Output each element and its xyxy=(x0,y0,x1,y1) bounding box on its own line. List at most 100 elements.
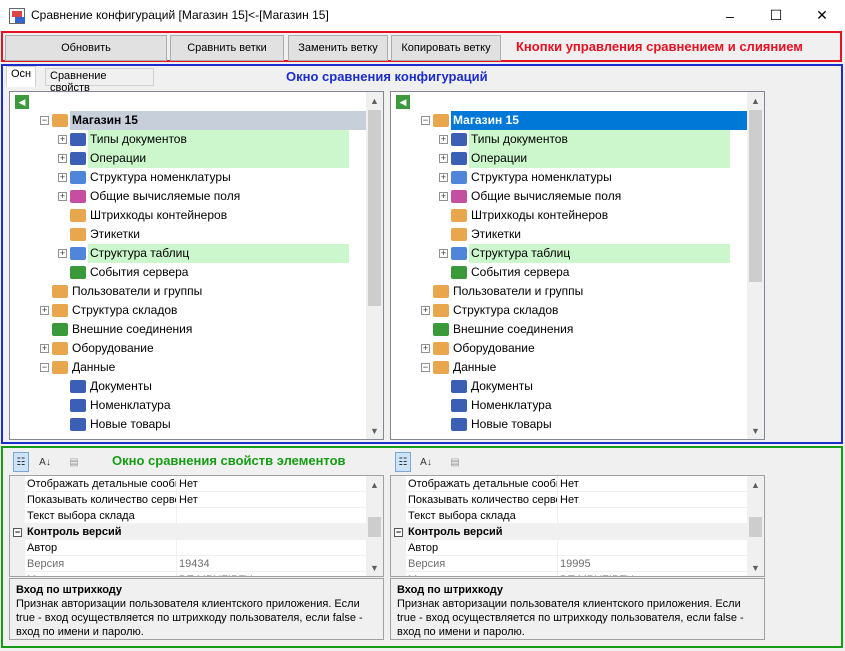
property-row[interactable]: Текст выбора склада xyxy=(391,508,748,524)
left-grid-scrollbar[interactable]: ▲ ▼ xyxy=(366,476,383,576)
compare-branches-button[interactable]: Сравнить ветки xyxy=(170,35,284,61)
left-property-grid[interactable]: Отображать детальные сообщенияНетПоказыв… xyxy=(9,475,384,577)
tree-node-label[interactable]: Штрихкоды контейнеров xyxy=(88,206,231,225)
property-value[interactable]: 19434 xyxy=(179,556,210,572)
tree-node[interactable]: + Структура номенклатуры xyxy=(391,168,747,187)
tree-node[interactable]: + Типы документов xyxy=(391,130,747,149)
expand-icon[interactable]: + xyxy=(58,192,67,201)
tree-node[interactable]: Документы xyxy=(10,377,366,396)
tree-node[interactable]: Этикетки xyxy=(391,225,747,244)
tree-node-label[interactable]: События сервера xyxy=(469,263,573,282)
tree-node[interactable]: − Магазин 15 xyxy=(10,111,366,130)
property-row[interactable]: Автор xyxy=(10,540,367,556)
sort-alphabetical-icon[interactable]: A↓ xyxy=(37,452,53,472)
collapse-icon[interactable]: − xyxy=(13,528,22,537)
property-pages-icon[interactable]: ▤ xyxy=(66,452,82,472)
scroll-thumb[interactable] xyxy=(368,517,381,537)
categorized-view-icon[interactable]: ☷ xyxy=(13,452,29,472)
property-row[interactable]: Отображать детальные сообщенияНет xyxy=(391,476,748,492)
tree-node-label[interactable]: Структура таблиц xyxy=(88,244,349,263)
property-row[interactable]: МDT-MBUZIPFV xyxy=(10,572,367,576)
collapse-icon[interactable]: − xyxy=(40,116,49,125)
tree-node-label[interactable]: Номенклатура xyxy=(88,396,175,415)
property-row[interactable]: Показывать количество серверныхНет xyxy=(391,492,748,508)
tree-node[interactable]: События сервера xyxy=(10,263,366,282)
tree-node-label[interactable]: Магазин 15 xyxy=(451,111,747,130)
tree-node[interactable]: События сервера xyxy=(391,263,747,282)
tree-node-label[interactable]: Документы xyxy=(88,377,156,396)
tree-node-label[interactable]: Структура номенклатуры xyxy=(88,168,235,187)
tree-node[interactable]: Номенклатура xyxy=(391,396,747,415)
expand-icon[interactable]: + xyxy=(58,173,67,182)
tree-node-label[interactable]: Пользователи и группы xyxy=(70,282,206,301)
property-row[interactable]: Показывать количество серверныхНет xyxy=(10,492,367,508)
tree-node-label[interactable]: Оборудование xyxy=(451,339,539,358)
tree-node[interactable]: Штрихкоды контейнеров xyxy=(391,206,747,225)
tree-node[interactable]: Внешние соединения xyxy=(10,320,366,339)
tree-node-label[interactable]: Типы документов xyxy=(469,130,730,149)
tree-node-label[interactable]: Данные xyxy=(70,358,119,377)
left-config-tree[interactable]: ◀ − Магазин 15 + Типы документов + Операции + С… xyxy=(9,91,384,440)
scroll-thumb[interactable] xyxy=(749,517,762,537)
tree-node-label[interactable]: Структура складов xyxy=(70,301,181,320)
tab-property-compare[interactable]: Сравнение свойств xyxy=(45,68,154,94)
property-pages-icon[interactable]: ▤ xyxy=(447,452,463,472)
tree-node-label[interactable]: Типы документов xyxy=(88,130,349,149)
property-value[interactable]: Нет xyxy=(560,476,579,492)
tree-node-label[interactable]: Штрихкоды контейнеров xyxy=(469,206,612,225)
tree-node-label[interactable]: Внешние соединения xyxy=(451,320,577,339)
tree-node-label[interactable]: Общие вычисляемые поля xyxy=(469,187,625,206)
property-row[interactable]: Отображать детальные сообщенияНет xyxy=(10,476,367,492)
close-button[interactable]: ✕ xyxy=(799,0,845,31)
collapse-icon[interactable]: − xyxy=(40,363,49,372)
property-category[interactable]: − Контроль версий xyxy=(10,524,367,540)
property-value[interactable]: 19995 xyxy=(560,556,591,572)
property-value[interactable]: Нет xyxy=(179,476,198,492)
tree-node-label[interactable]: Структура таблиц xyxy=(469,244,730,263)
tree-node-label[interactable]: Магазин 15 xyxy=(70,111,366,130)
tree-node-label[interactable]: Оборудование xyxy=(70,339,158,358)
tree-node[interactable]: Новые товары xyxy=(391,415,747,434)
scroll-up-icon[interactable]: ▲ xyxy=(366,476,383,493)
scroll-up-icon[interactable]: ▲ xyxy=(747,92,764,109)
tree-node-label[interactable]: Этикетки xyxy=(88,225,144,244)
tree-node[interactable]: Внешние соединения xyxy=(391,320,747,339)
tree-node[interactable]: Этикетки xyxy=(10,225,366,244)
copy-branch-button[interactable]: Копировать ветку xyxy=(391,35,501,61)
tree-node[interactable]: Штрихкоды контейнеров xyxy=(10,206,366,225)
tree-node-label[interactable]: Структура складов xyxy=(451,301,562,320)
tree-node[interactable]: + Структура таблиц xyxy=(391,244,747,263)
tree-node-label[interactable]: Пользователи и группы xyxy=(451,282,587,301)
property-value[interactable]: DT-MBUZIPFV xyxy=(560,572,633,576)
collapse-icon[interactable]: − xyxy=(421,116,430,125)
tree-node-label[interactable]: Внешние соединения xyxy=(70,320,196,339)
expand-icon[interactable]: + xyxy=(40,306,49,315)
tree-node[interactable]: + Общие вычисляемые поля xyxy=(391,187,747,206)
sort-alphabetical-icon[interactable]: A↓ xyxy=(418,452,434,472)
expand-icon[interactable]: + xyxy=(439,249,448,258)
tree-node[interactable]: Пользователи и группы xyxy=(391,282,747,301)
tree-node-label[interactable]: Операции xyxy=(469,149,730,168)
scroll-down-icon[interactable]: ▼ xyxy=(366,422,383,439)
tree-node-label[interactable]: Новые товары xyxy=(88,415,175,434)
expand-icon[interactable]: + xyxy=(439,192,448,201)
tree-node-label[interactable]: Общие вычисляемые поля xyxy=(88,187,244,206)
tree-node[interactable]: − Данные xyxy=(391,358,747,377)
property-row[interactable]: МDT-MBUZIPFV xyxy=(391,572,748,576)
collapse-icon[interactable]: − xyxy=(421,363,430,372)
right-config-tree[interactable]: ◀ − Магазин 15 + Типы документов + Операции + С… xyxy=(390,91,765,440)
tree-node[interactable]: + Структура номенклатуры xyxy=(10,168,366,187)
tree-node[interactable]: + Операции xyxy=(391,149,747,168)
tree-node-label[interactable]: Операции xyxy=(88,149,349,168)
expand-icon[interactable]: + xyxy=(439,154,448,163)
tree-node[interactable]: + Типы документов xyxy=(10,130,366,149)
scroll-up-icon[interactable]: ▲ xyxy=(366,92,383,109)
tree-node[interactable]: + Оборудование xyxy=(10,339,366,358)
maximize-button[interactable]: ☐ xyxy=(753,0,799,31)
tree-node-label[interactable]: Номенклатура xyxy=(469,396,556,415)
scroll-thumb[interactable] xyxy=(749,110,762,282)
tree-node-label[interactable]: Новые товары xyxy=(469,415,556,434)
expand-icon[interactable]: + xyxy=(421,306,430,315)
property-row[interactable]: Текст выбора склада xyxy=(10,508,367,524)
property-value[interactable]: DT-MBUZIPFV xyxy=(179,572,252,576)
